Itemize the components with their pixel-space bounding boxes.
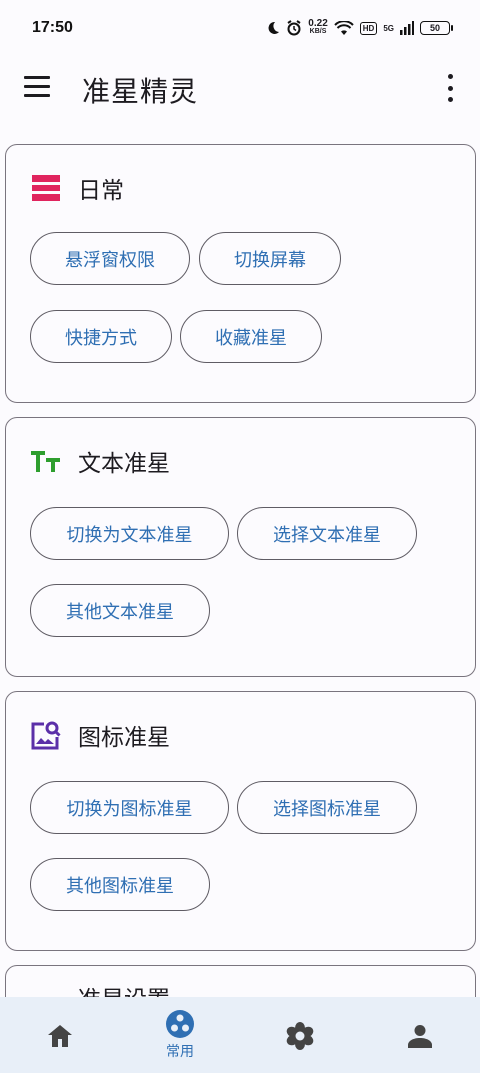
card-text-crosshair: 文本准星 切换为文本准星 选择文本准星 其他文本准星: [5, 417, 476, 677]
signal-icon: [400, 21, 414, 35]
switch-screen-button[interactable]: 切换屏幕: [199, 232, 341, 285]
nav-home[interactable]: [0, 997, 120, 1073]
overlay-permission-button[interactable]: 悬浮窗权限: [30, 232, 190, 285]
flower-icon: [285, 1021, 315, 1051]
switch-to-icon-button[interactable]: 切换为图标准星: [30, 781, 229, 834]
wifi-icon: [334, 20, 354, 35]
app-bar: 准星精灵: [0, 56, 480, 120]
card-title: 日常: [78, 178, 124, 204]
card-icon-crosshair: 图标准星 切换为图标准星 选择图标准星 其他图标准星: [5, 691, 476, 951]
status-icons: 0.22 KB/S HD 5G 50: [266, 18, 453, 36]
signal-label: 5G: [383, 23, 394, 33]
more-vert-icon[interactable]: [444, 74, 456, 102]
nav-profile[interactable]: [360, 997, 480, 1073]
card-title: 文本准星: [78, 451, 170, 477]
select-text-button[interactable]: 选择文本准星: [237, 507, 417, 560]
other-icon-button[interactable]: 其他图标准星: [30, 858, 210, 911]
alarm-icon: [287, 20, 301, 36]
nav-common-label: 常用: [166, 1044, 194, 1060]
moon-icon: [268, 21, 280, 34]
home-icon: [45, 1021, 75, 1051]
common-icon: [165, 1009, 195, 1039]
card-daily-header: 日常: [30, 172, 124, 204]
net-speed: 0.22 KB/S: [308, 18, 328, 36]
switch-to-text-button[interactable]: 切换为文本准星: [30, 507, 229, 560]
card-text-header: 文本准星: [30, 445, 170, 477]
bottom-nav: 常用: [0, 997, 480, 1073]
nav-common[interactable]: 常用: [120, 997, 240, 1073]
person-icon: [405, 1021, 435, 1051]
nav-flower[interactable]: [240, 997, 360, 1073]
daily-icon: [30, 172, 62, 204]
other-text-button[interactable]: 其他文本准星: [30, 584, 210, 637]
status-time: 17:50: [32, 19, 73, 36]
favorite-crosshair-button[interactable]: 收藏准星: [180, 310, 322, 363]
shortcut-button[interactable]: 快捷方式: [30, 310, 172, 363]
battery-indicator: 50: [420, 21, 453, 35]
card-icon-header: 图标准星: [30, 719, 170, 751]
hd-badge: HD: [359, 21, 378, 35]
card-title: 图标准星: [78, 725, 170, 751]
status-bar: 17:50 0.22 KB/S HD 5G 50: [0, 0, 480, 56]
card-daily: 日常 悬浮窗权限 切换屏幕 快捷方式 收藏准星: [5, 144, 476, 403]
image-search-icon: [30, 719, 62, 751]
select-icon-button[interactable]: 选择图标准星: [237, 781, 417, 834]
app-title: 准星精灵: [82, 75, 199, 108]
menu-icon[interactable]: [24, 76, 52, 100]
text-icon: [30, 445, 62, 477]
